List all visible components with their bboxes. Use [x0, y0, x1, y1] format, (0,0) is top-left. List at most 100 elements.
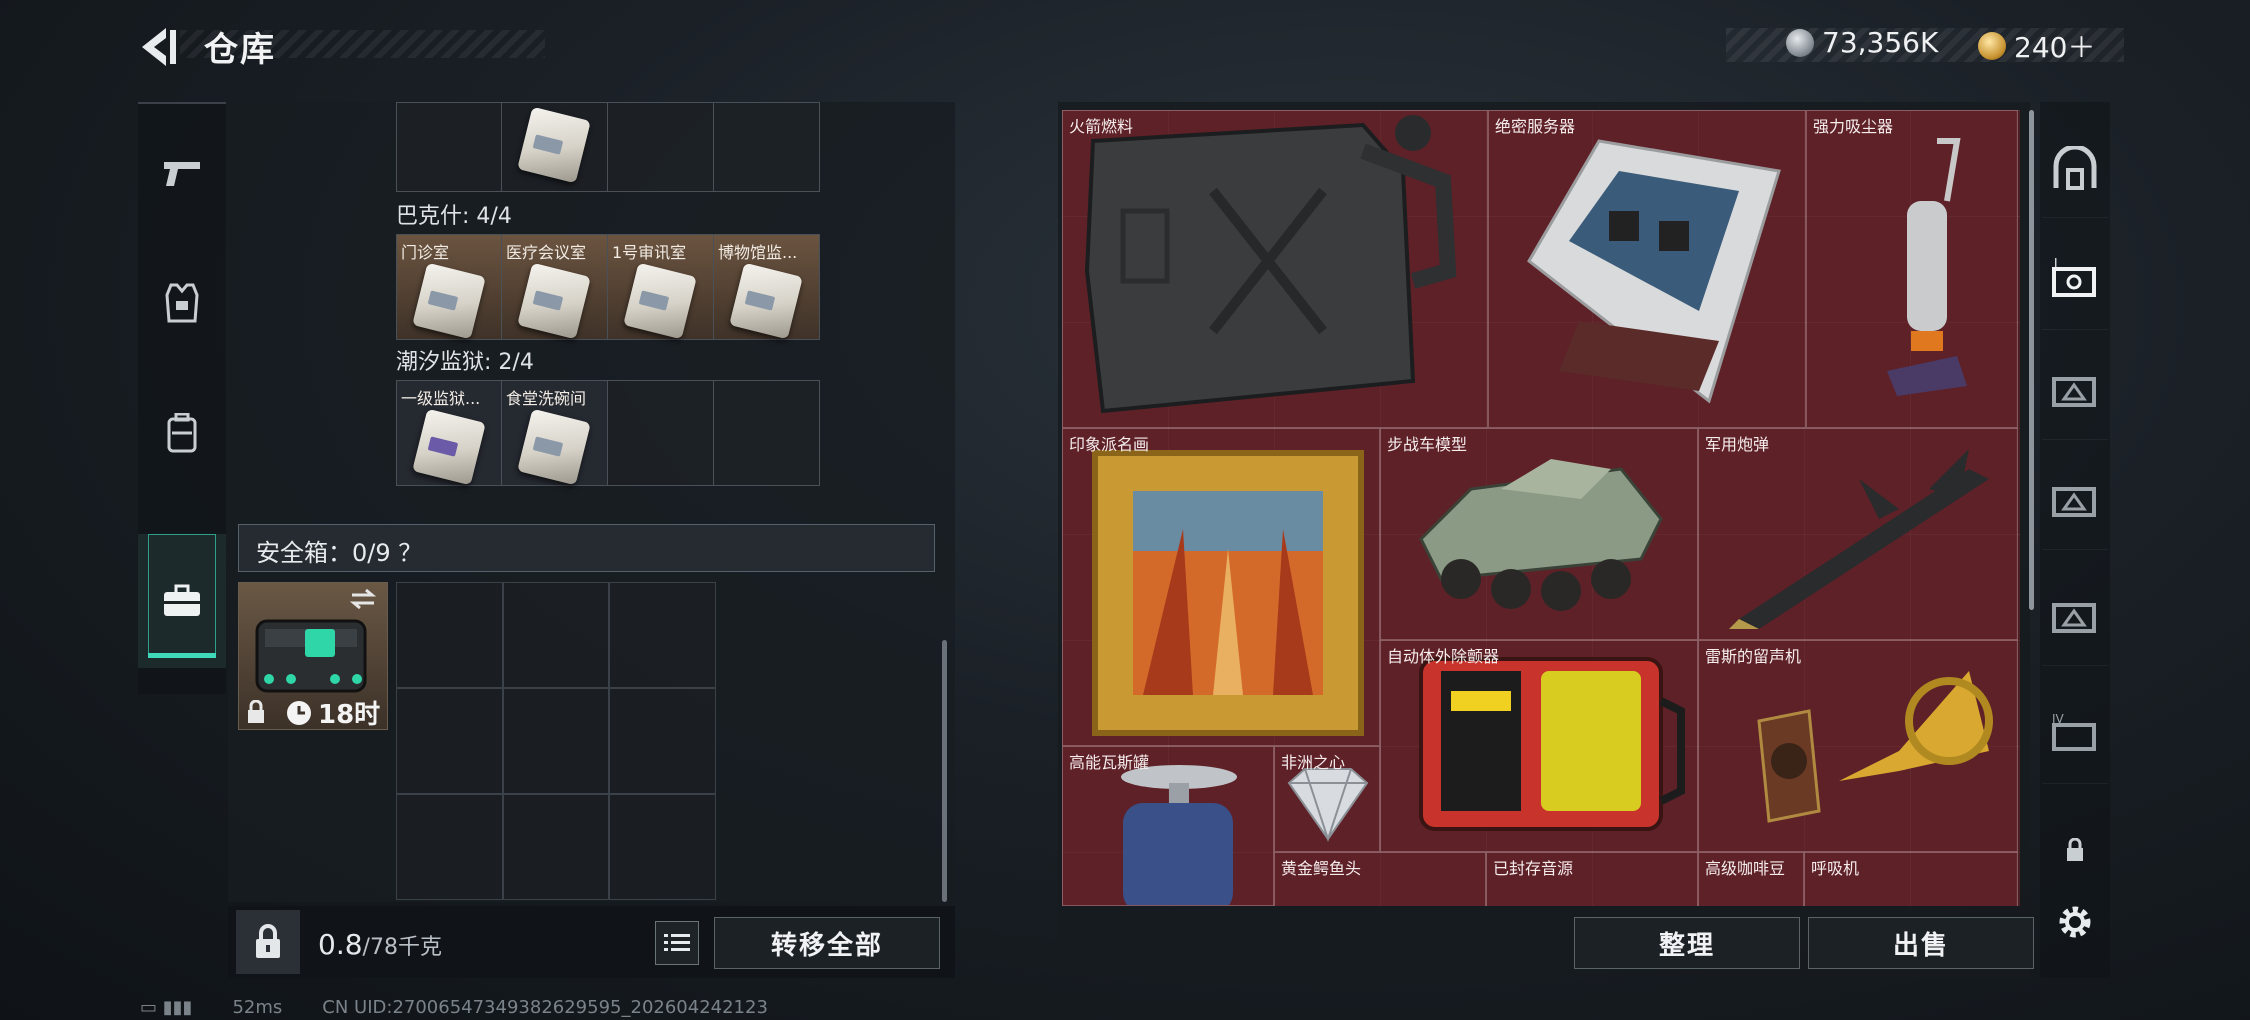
rail-item-stash-3[interactable]	[2042, 450, 2108, 550]
gold-coin-icon	[1978, 32, 2006, 60]
keycard-slot[interactable]	[396, 102, 502, 192]
stash-item[interactable]: 雷斯的留声机	[1698, 640, 2018, 852]
rail-item-backpack[interactable]	[138, 368, 226, 498]
back-arrow-icon	[142, 28, 176, 66]
stash-grid: 火箭燃料 绝密服务器 强力吸尘器 印象派名画 步战车模型 军用炮弹 自动体外除颤…	[1062, 110, 2020, 906]
keycard-slot[interactable]	[714, 102, 820, 192]
stash-box-icon: I	[2052, 257, 2096, 297]
stash-item[interactable]: 火箭燃料	[1062, 110, 1488, 428]
silver-coin-icon	[1786, 28, 1814, 57]
keycard-slot[interactable]	[714, 380, 820, 486]
stash-item[interactable]: 绝密服务器	[1488, 110, 1806, 428]
battery-icon: ▭ ▮▮▮	[140, 997, 193, 1018]
keycard-icon	[517, 262, 591, 340]
keycard-label: 食堂洗碗间	[506, 389, 587, 408]
settings-button[interactable]	[2042, 872, 2108, 972]
keycard-icon	[623, 262, 697, 340]
sort-button[interactable]: 整理	[1574, 917, 1800, 969]
status-bar: ▭ ▮▮▮ 52ms CN UID:270065473493826295​95_…	[140, 997, 768, 1018]
keycard-row: 一级监狱... 食堂洗碗间	[396, 380, 820, 486]
category-rail	[138, 102, 226, 694]
weight-capacity: /78千克	[362, 935, 442, 960]
gear-icon	[2059, 906, 2091, 938]
stash-box-icon: IV	[2052, 712, 2096, 751]
item-label: 步战车模型	[1387, 435, 1468, 454]
stash-item[interactable]: 呼吸机	[1804, 852, 2018, 906]
keycard-slot[interactable]: 门诊室	[396, 234, 502, 340]
backpack-icon	[167, 413, 197, 453]
keycard-slot[interactable]: 一级监狱...	[396, 380, 502, 486]
backpack-scrollbar[interactable]	[942, 640, 947, 902]
stash-item[interactable]: 自动体外除颤器	[1380, 640, 1698, 852]
rail-item-stash-1[interactable]: I	[2042, 230, 2108, 330]
stash-item[interactable]: 印象派名画	[1062, 428, 1380, 746]
rail-item-stash-5[interactable]: IV	[2042, 684, 2108, 784]
rail-item-stash-2[interactable]	[2042, 340, 2108, 440]
lock-button[interactable]	[236, 910, 300, 974]
item-label: 火箭燃料	[1069, 117, 1134, 136]
rail-item-safebox[interactable]	[138, 534, 226, 668]
rail-item-weapons[interactable]	[138, 108, 226, 238]
safe-box-cell[interactable]	[502, 582, 610, 688]
svg-text:IV: IV	[2052, 712, 2065, 726]
missile-icon	[1729, 449, 1989, 629]
gold-amount: 240＋	[2014, 31, 2096, 64]
silver-amount: 73,356K	[1822, 26, 1939, 59]
item-label: 呼吸机	[1811, 859, 1860, 878]
bunker-icon	[2053, 145, 2097, 190]
stash-item[interactable]: 高能瓦斯罐	[1062, 746, 1274, 906]
item-label: 雷斯的留声机	[1705, 647, 1802, 666]
safe-box-cell[interactable]	[609, 794, 716, 900]
gold-currency[interactable]: 240＋	[1978, 26, 2095, 66]
swap-icon[interactable]	[348, 588, 378, 610]
stash-item[interactable]: 军用炮弹	[1698, 428, 2018, 640]
painting-icon	[1092, 450, 1364, 736]
list-view-button[interactable]	[655, 921, 699, 965]
safe-box-cell[interactable]	[396, 582, 503, 688]
stash-item[interactable]: 步战车模型	[1380, 428, 1698, 640]
keycard-label: 医疗会议室	[506, 243, 587, 262]
keycard-label: 博物馆监...	[718, 243, 798, 262]
keycard-icon	[412, 408, 486, 486]
lock-small-icon	[248, 700, 264, 723]
keycard-icon	[412, 262, 486, 340]
silver-currency[interactable]: 73,356K	[1786, 26, 1938, 59]
safe-box-cell[interactable]	[609, 688, 716, 794]
rail-item-armor[interactable]	[138, 238, 226, 368]
uid-readout: CN UID:270065473493826295​95_20260424212…	[322, 997, 768, 1018]
keycard-slot[interactable]: 医疗会议室	[502, 234, 608, 340]
transfer-all-button[interactable]: 转移全部	[714, 917, 940, 969]
clock-icon	[287, 700, 311, 725]
safe-box-cell[interactable]	[396, 794, 503, 900]
keycard-slot[interactable]: 博物馆监...	[714, 234, 820, 340]
safe-box-cell[interactable]	[396, 688, 503, 794]
stash-item[interactable]: 高级咖啡豆	[1698, 852, 1804, 906]
stash-item[interactable]: 非洲之心	[1274, 746, 1380, 852]
safe-box-cell[interactable]	[502, 794, 610, 900]
stash-item[interactable]: 强力吸尘器	[1806, 110, 2018, 428]
rail-item-home[interactable]	[2042, 118, 2108, 218]
sell-button[interactable]: 出售	[1808, 917, 2034, 969]
keycard-slot[interactable]	[608, 380, 714, 486]
stash-box-icon	[2052, 486, 2096, 517]
stash-scrollbar[interactable]	[2029, 110, 2034, 610]
safe-box-cell[interactable]	[502, 688, 610, 794]
keycard-row-partial	[396, 102, 820, 192]
armored-vehicle-icon	[1419, 459, 1663, 611]
rail-item-stash-4[interactable]	[2042, 566, 2108, 666]
fuel-can-icon	[1084, 115, 1457, 414]
keycard-row: 门诊室 医疗会议室 1号审讯室 博物馆监...	[396, 234, 820, 340]
keycard-slot[interactable]	[502, 102, 608, 192]
keycard-slot[interactable]	[608, 102, 714, 192]
vacuum-icon	[1887, 138, 1967, 396]
keycard-slot[interactable]: 1号审讯室	[608, 234, 714, 340]
safe-box-grid	[396, 582, 716, 900]
back-button[interactable]	[136, 24, 182, 70]
keycard-slot[interactable]: 食堂洗碗间	[502, 380, 608, 486]
briefcase-icon	[164, 584, 200, 616]
stash-item[interactable]: 黄金鳄鱼头	[1274, 852, 1486, 906]
stash-item[interactable]: 已封存音源	[1486, 852, 1698, 906]
item-label: 黄金鳄鱼头	[1281, 859, 1362, 878]
item-label: 印象派名画	[1069, 435, 1150, 454]
safe-box-cell[interactable]	[609, 582, 716, 688]
